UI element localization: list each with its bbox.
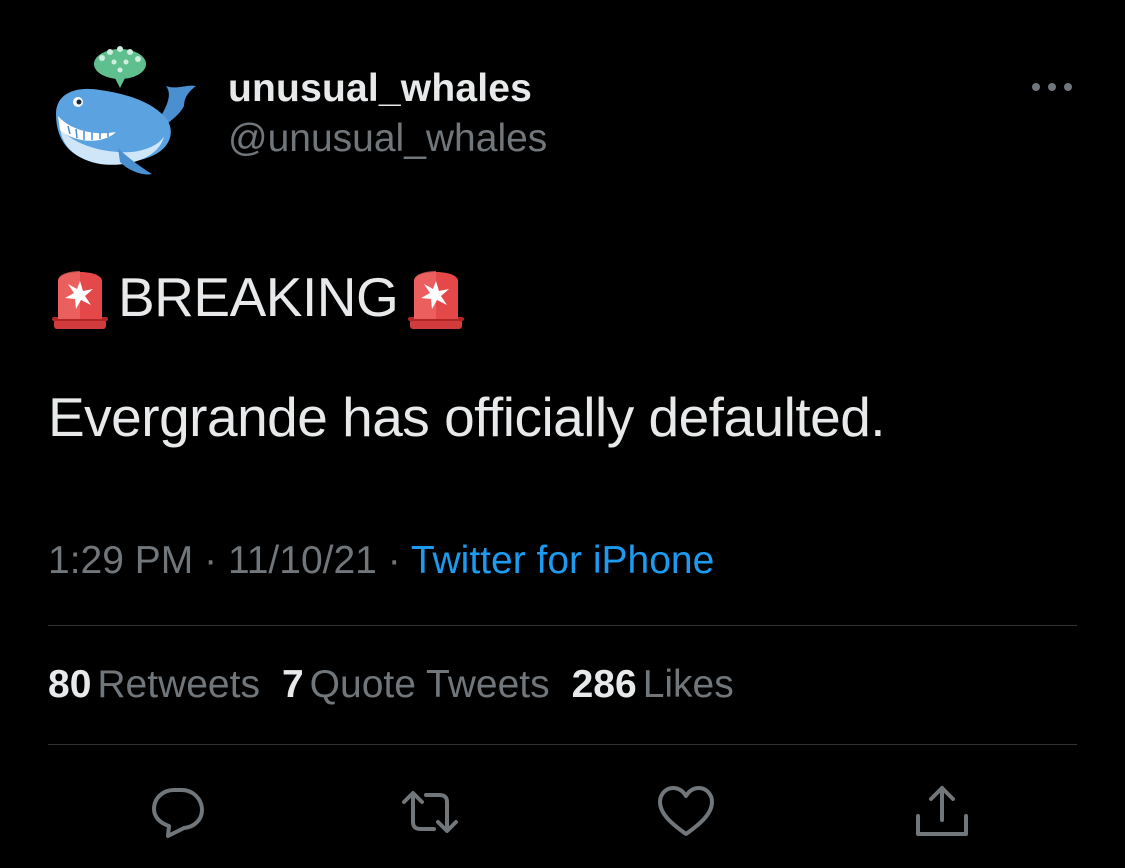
- retweet-button[interactable]: [400, 782, 460, 842]
- avatar[interactable]: [48, 40, 208, 190]
- quote-tweets-stat[interactable]: 7 Quote Tweets: [282, 660, 550, 710]
- more-icon: [1032, 83, 1072, 91]
- quote-tweets-label: Quote Tweets: [309, 663, 550, 706]
- meta-separator: ·: [387, 539, 401, 582]
- display-name[interactable]: unusual_whales: [228, 66, 547, 112]
- tweet-stats: 80 Retweets 7 Quote Tweets 286 Likes: [48, 660, 756, 710]
- like-button[interactable]: [656, 782, 716, 842]
- tweet-meta: 1:29 PM · 11/10/21 · Twitter for iPhone: [48, 536, 714, 586]
- likes-stat[interactable]: 286 Likes: [572, 660, 734, 710]
- reply-icon: [152, 788, 204, 838]
- tweet-time[interactable]: 1:29 PM: [48, 539, 193, 582]
- retweets-count: 80: [48, 663, 92, 706]
- divider: [48, 625, 1077, 626]
- divider: [48, 744, 1077, 745]
- user-handle[interactable]: @unusual_whales: [228, 114, 547, 164]
- police-siren-icon: [52, 271, 108, 329]
- heart-icon: [658, 786, 714, 836]
- meta-separator: ·: [204, 539, 218, 582]
- retweets-stat[interactable]: 80 Retweets: [48, 660, 260, 710]
- reply-button[interactable]: [148, 782, 208, 842]
- tweet-source-link[interactable]: Twitter for iPhone: [411, 539, 714, 582]
- retweet-icon: [402, 791, 458, 833]
- tweet-body: Evergrande has officially defaulted.: [48, 386, 886, 448]
- tweet-date[interactable]: 11/10/21: [228, 539, 377, 582]
- share-icon: [916, 786, 968, 836]
- breaking-text: BREAKING: [118, 266, 399, 328]
- police-siren-icon: [408, 271, 465, 329]
- likes-label: Likes: [642, 663, 734, 706]
- tweet-author: unusual_whales @unusual_whales: [228, 66, 547, 164]
- tweet-breaking-line: BREAKING: [48, 262, 1088, 332]
- likes-count: 286: [571, 663, 637, 706]
- quote-tweets-count: 7: [281, 663, 304, 706]
- retweets-label: Retweets: [97, 663, 260, 706]
- more-button[interactable]: [1028, 72, 1078, 102]
- whale-icon: [56, 46, 196, 175]
- share-button[interactable]: [912, 782, 972, 842]
